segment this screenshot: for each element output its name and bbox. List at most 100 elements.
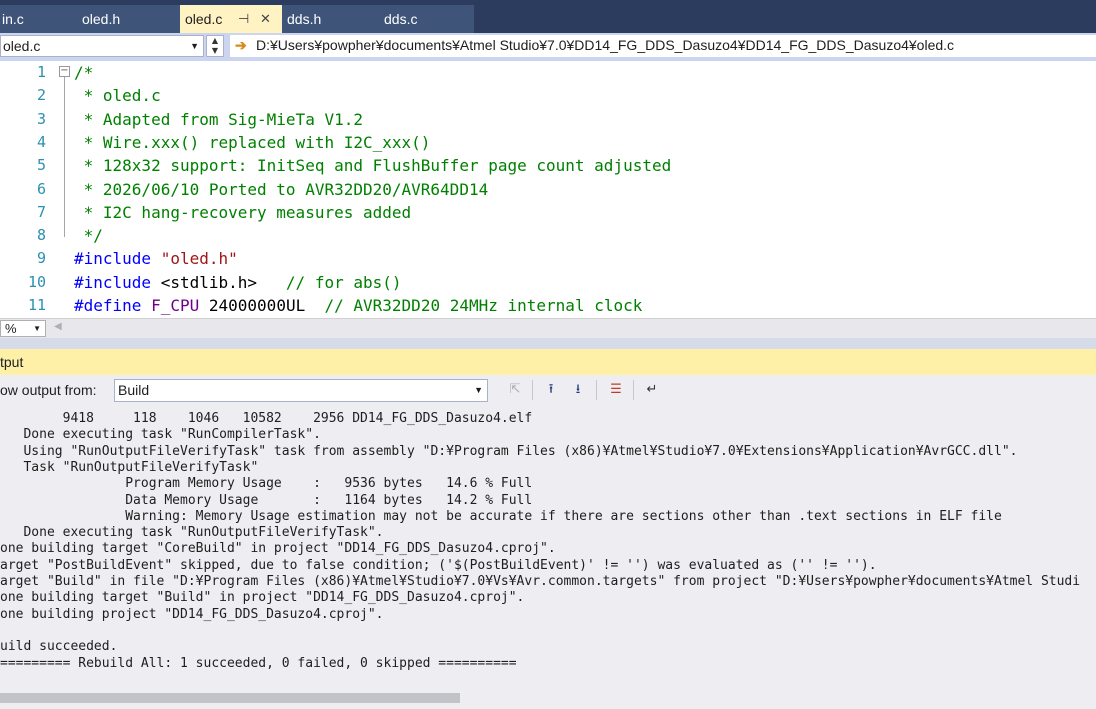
tab-oled-c[interactable]: oled.c ⊣ ✕ xyxy=(180,5,282,33)
output-panel-header: tput xyxy=(0,349,1096,375)
line-number: 7 xyxy=(36,202,46,221)
previous-message-icon[interactable]: ⭱ xyxy=(540,380,562,400)
tab-label: dds.h xyxy=(287,11,322,27)
code-token: // for abs() xyxy=(285,272,402,292)
toolbar-separator xyxy=(532,380,533,400)
collapse-icon[interactable]: − xyxy=(59,66,70,77)
chevron-down-icon: ▼ xyxy=(190,41,199,51)
output-line: arget "PostBuildEvent" skipped, due to f… xyxy=(0,557,877,573)
output-text-area[interactable]: 9418 118 1046 10582 2956 DD14_FG_DDS_Das… xyxy=(0,405,1096,709)
go-to-location-icon[interactable]: ⇱ xyxy=(504,380,526,400)
output-line: Using "RunOutputFileVerifyTask" task fro… xyxy=(0,443,1018,459)
output-source-dropdown[interactable]: Build ▼ xyxy=(114,379,488,402)
toolbar-separator xyxy=(596,380,597,400)
code-token: #define xyxy=(74,296,142,315)
zoom-dropdown[interactable]: % ▼ xyxy=(0,320,46,337)
code-line: */ xyxy=(74,224,103,247)
file-selector-value: oled.c xyxy=(3,38,41,54)
fold-guide xyxy=(64,77,65,237)
output-line: Done executing task "RunCompilerTask". xyxy=(0,427,321,443)
tab-label: oled.c xyxy=(185,11,223,27)
editor-status-row xyxy=(0,318,1096,339)
code-token: F_CPU xyxy=(151,296,200,315)
line-number: 3 xyxy=(36,109,46,128)
code-line: /* xyxy=(74,61,93,84)
output-line: Done executing task "RunOutputFileVerify… xyxy=(0,525,384,541)
clear-all-icon[interactable]: ☰ xyxy=(605,380,627,400)
tab-label: in.c xyxy=(2,11,24,27)
output-line: ========= Rebuild All: 1 succeeded, 0 fa… xyxy=(0,655,517,671)
code-token: // AVR32DD20 24MHz internal clock xyxy=(324,296,643,315)
code-line: * Adapted from Sig-MieTa V1.2 xyxy=(74,108,363,131)
arrow-right-icon: ➔ xyxy=(235,37,247,53)
code-token: */ xyxy=(74,226,103,246)
output-line: uild succeeded. xyxy=(0,639,118,655)
output-line: one building target "Build" in project "… xyxy=(0,590,525,606)
code-token: <stdlib.h> xyxy=(151,272,286,292)
output-panel-title: tput xyxy=(0,354,24,370)
line-number: 6 xyxy=(36,179,46,198)
file-path-text: D:¥Users¥powpher¥documents¥Atmel Studio¥… xyxy=(256,37,955,53)
toolbar-separator xyxy=(633,380,634,400)
line-number: 9 xyxy=(36,249,46,268)
code-token: "oled.h" xyxy=(160,249,238,269)
output-line: one building target "CoreBuild" in proje… xyxy=(0,541,556,557)
code-token: * oled.c xyxy=(74,86,161,106)
code-line: * 128x32 support: InitSeq and FlushBuffe… xyxy=(74,154,672,177)
zoom-value: % xyxy=(5,321,17,336)
output-source-value: Build xyxy=(118,382,150,398)
line-number: 8 xyxy=(36,226,46,245)
output-line: one building project "DD14_FG_DDS_Dasuzo… xyxy=(0,606,384,622)
output-line: Program Memory Usage : 9536 bytes 14.6 %… xyxy=(0,476,533,492)
output-line: arget "Build" in file "D:¥Program Files … xyxy=(0,574,1081,589)
chevron-down-icon: ▼ xyxy=(33,324,41,333)
output-line: Data Memory Usage : 1164 bytes 14.2 % Fu… xyxy=(0,492,533,508)
code-line: * oled.c xyxy=(74,84,161,107)
line-number: 2 xyxy=(36,86,46,105)
pin-icon[interactable]: ⊣ xyxy=(238,5,249,33)
code-token: 24000000UL xyxy=(199,296,325,315)
code-line: #include <stdlib.h> // for abs() xyxy=(74,271,402,294)
chevron-down-icon: ▼ xyxy=(474,385,483,395)
line-number: 1 xyxy=(36,63,46,81)
file-path-box[interactable]: ➔ D:¥Users¥powpher¥documents¥Atmel Studi… xyxy=(230,35,1096,57)
split-view-spinner[interactable]: ▲ ▼ xyxy=(206,35,224,57)
line-number: 10 xyxy=(27,272,46,291)
show-output-from-label: ow output from: xyxy=(0,382,97,398)
line-number: 4 xyxy=(36,132,46,151)
word-wrap-icon[interactable]: ↵ xyxy=(641,380,663,400)
panel-splitter[interactable] xyxy=(0,338,1096,349)
chevron-up-icon: ▲ xyxy=(211,36,219,45)
line-number: 11 xyxy=(27,296,46,314)
next-message-icon[interactable]: ⭳ xyxy=(567,380,589,400)
file-selector-dropdown[interactable]: oled.c ▼ xyxy=(0,35,204,57)
code-token: * Adapted from Sig-MieTa V1.2 xyxy=(74,109,363,129)
code-token: * 2026/06/10 Ported to AVR32DD20/AVR64DD… xyxy=(74,179,489,199)
tab-main-c[interactable]: in.c xyxy=(0,5,80,33)
output-line: 9418 118 1046 10582 2956 DD14_FG_DDS_Das… xyxy=(0,411,533,426)
code-token: * 128x32 support: InitSeq and FlushBuffe… xyxy=(74,156,672,176)
tab-label: dds.c xyxy=(384,11,418,27)
tab-oled-h[interactable]: oled.h xyxy=(80,5,180,33)
code-line: #define F_CPU 24000000UL // AVR32DD20 24… xyxy=(74,294,642,317)
code-editor[interactable]: 1 2 3 4 5 6 7 8 9 10 11 − /* * oled.c * Adapted fr… xyxy=(0,61,1096,318)
tab-dds-h[interactable]: dds.h xyxy=(282,5,382,33)
code-token: #include xyxy=(74,272,152,292)
code-token: * I2C hang-recovery measures added xyxy=(74,202,412,222)
tab-label: oled.h xyxy=(82,11,121,27)
code-line: * I2C hang-recovery measures added xyxy=(74,201,412,224)
output-line: Task "RunOutputFileVerifyTask" xyxy=(0,459,259,475)
code-line: * 2026/06/10 Ported to AVR32DD20/AVR64DD… xyxy=(74,178,489,201)
tab-dds-c[interactable]: dds.c xyxy=(382,5,474,33)
close-icon[interactable]: ✕ xyxy=(260,5,271,33)
code-token: /* xyxy=(74,63,94,82)
line-number: 5 xyxy=(36,156,46,175)
horizontal-scrollbar[interactable] xyxy=(0,693,460,703)
code-token: #include xyxy=(74,249,152,269)
code-token: * Wire.xxx() replaced with I2C_xxx() xyxy=(74,132,431,152)
line-number-gutter: 1 2 3 4 5 6 7 8 9 10 11 xyxy=(0,61,52,318)
code-line: * Wire.xxx() replaced with I2C_xxx() xyxy=(74,131,431,154)
scroll-left-icon[interactable]: ◀ xyxy=(54,321,62,332)
